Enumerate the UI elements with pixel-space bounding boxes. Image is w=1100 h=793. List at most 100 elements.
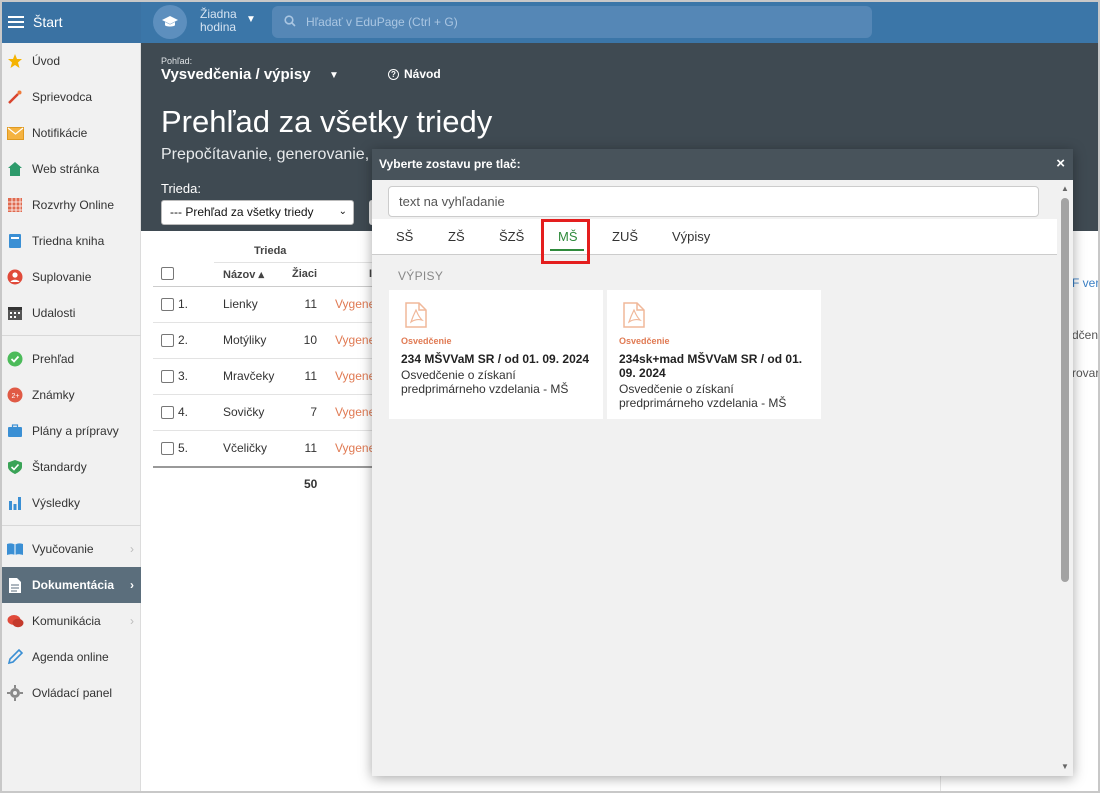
sidebar-item-vyucovanie[interactable]: Vyučovanie › bbox=[0, 531, 141, 567]
page-subtitle: Prepočítavanie, generovanie, bbox=[161, 146, 370, 163]
sidebar-item-standardy[interactable]: Štandardy bbox=[0, 449, 141, 485]
print-report-dialog: Vyberte zostavu pre tlač: × text na vyhľ… bbox=[372, 149, 1073, 776]
home-icon bbox=[6, 160, 24, 178]
sidebar-item-rozvrhy-online[interactable]: Rozvrhy Online bbox=[0, 187, 141, 223]
sidebar-item-ovladaci-panel[interactable]: Ovládací panel bbox=[0, 675, 141, 711]
column-header-name[interactable]: Názov ▴ bbox=[223, 268, 264, 281]
global-search-input[interactable]: Hľadať v EduPage (Ctrl + G) bbox=[272, 6, 872, 38]
scroll-up-arrow-icon[interactable]: ▲ bbox=[1061, 184, 1069, 193]
sidebar-item-uvod[interactable]: Úvod bbox=[0, 43, 141, 79]
gear-icon bbox=[6, 684, 24, 702]
sidebar-item-sprievodca[interactable]: Sprievodca bbox=[0, 79, 141, 115]
row-checkbox[interactable] bbox=[161, 298, 174, 311]
help-icon: ? bbox=[388, 68, 399, 80]
view-label: Pohľad: bbox=[161, 56, 193, 66]
guide-link[interactable]: ? Návod bbox=[388, 67, 441, 81]
top-bar: Štart Žiadna hodina ▼ Hľadať v EduPage (… bbox=[0, 0, 1100, 43]
tab-bar bbox=[372, 219, 1057, 255]
sidebar-divider bbox=[0, 525, 141, 526]
students-total: 50 bbox=[304, 477, 318, 491]
sidebar-item-notifikacie[interactable]: Notifikácie bbox=[0, 115, 141, 151]
book-icon bbox=[6, 232, 24, 250]
class-filter-label: Trieda: bbox=[161, 181, 201, 196]
sidebar-item-triedna-kniha[interactable]: Triedna kniha bbox=[0, 223, 141, 259]
pdf-icon bbox=[623, 302, 645, 331]
view-selector[interactable]: Vysvedčenia / výpisy bbox=[161, 66, 311, 83]
row-checkbox[interactable] bbox=[161, 370, 174, 383]
chevron-down-icon[interactable]: ▼ bbox=[246, 14, 256, 25]
current-hour[interactable]: Žiadna hodina bbox=[200, 8, 237, 34]
calendar-icon bbox=[6, 304, 24, 322]
dialog-title: Vyberte zostavu pre tlač: bbox=[379, 157, 521, 171]
tab-szs[interactable]: ŠZŠ bbox=[499, 229, 524, 244]
right-text-fragment: rovar bbox=[1072, 366, 1100, 380]
sidebar-item-prehlad[interactable]: Prehľad bbox=[0, 341, 141, 377]
report-card[interactable]: Osvedčenie 234 MŠVVaM SR / od 01. 09. 20… bbox=[389, 290, 603, 419]
chevron-right-icon: › bbox=[130, 578, 134, 592]
right-text-fragment: dčeni bbox=[1072, 328, 1100, 342]
close-icon[interactable]: × bbox=[1056, 155, 1065, 172]
chat-icon bbox=[6, 612, 24, 630]
chevron-down-icon[interactable]: ▼ bbox=[329, 70, 339, 81]
search-placeholder: Hľadať v EduPage (Ctrl + G) bbox=[306, 15, 458, 29]
dialog-header: Vyberte zostavu pre tlač: × bbox=[372, 149, 1073, 180]
sidebar-item-plany[interactable]: Plány a prípravy bbox=[0, 413, 141, 449]
tab-zus[interactable]: ZUŠ bbox=[612, 229, 638, 244]
sidebar-item-dokumentacia[interactable]: Dokumentácia › bbox=[0, 567, 141, 603]
table-group-header: Trieda bbox=[254, 245, 287, 257]
sidebar-divider bbox=[0, 335, 141, 336]
graduation-cap-icon[interactable] bbox=[153, 5, 187, 39]
group-divider bbox=[214, 262, 373, 263]
section-label: VÝPISY bbox=[398, 269, 444, 283]
tab-ss[interactable]: SŠ bbox=[396, 229, 413, 244]
table-row: 3. Mravčeky 11 Vygene bbox=[153, 359, 375, 395]
start-menu-button[interactable]: Štart bbox=[0, 0, 141, 43]
person-icon bbox=[6, 268, 24, 286]
right-link-fragment[interactable]: F ver bbox=[1072, 276, 1099, 290]
table-row: 4. Sovičky 7 Vygene bbox=[153, 395, 375, 431]
row-checkbox[interactable] bbox=[161, 334, 174, 347]
table-row: 5. Včeličky 11 Vygene bbox=[153, 431, 375, 467]
hamburger-icon bbox=[8, 15, 24, 28]
chevron-right-icon: › bbox=[130, 542, 134, 556]
star-icon bbox=[6, 52, 24, 70]
select-all-checkbox[interactable] bbox=[161, 267, 174, 280]
row-checkbox[interactable] bbox=[161, 406, 174, 419]
report-kind: Osvedčenie bbox=[401, 336, 452, 346]
report-card[interactable]: Osvedčenie 234sk+mad MŠVVaM SR / od 01. … bbox=[607, 290, 821, 419]
sidebar-item-web-stranka[interactable]: Web stránka bbox=[0, 151, 141, 187]
pdf-icon bbox=[405, 302, 427, 331]
chevron-down-icon: ⌄ bbox=[338, 206, 347, 217]
bar-chart-icon bbox=[6, 494, 24, 512]
column-header-students[interactable]: Žiaci bbox=[292, 268, 317, 280]
row-checkbox[interactable] bbox=[161, 442, 174, 455]
sidebar-item-agenda-online[interactable]: Agenda online bbox=[0, 639, 141, 675]
pen-icon bbox=[6, 648, 24, 666]
tab-vypisy[interactable]: Výpisy bbox=[672, 229, 710, 244]
briefcase-icon bbox=[6, 422, 24, 440]
timetable-icon bbox=[6, 196, 24, 214]
sidebar-item-znamky[interactable]: 2+ Známky bbox=[0, 377, 141, 413]
chevron-right-icon: › bbox=[130, 614, 134, 628]
tab-zs[interactable]: ZŠ bbox=[448, 229, 465, 244]
class-filter-select[interactable]: --- Prehľad za všetky triedy ⌄ bbox=[161, 200, 354, 225]
page-title: Prehľad za všetky triedy bbox=[161, 104, 493, 139]
report-search-input[interactable]: text na vyhľadanie bbox=[388, 186, 1039, 217]
magic-wand-icon bbox=[6, 88, 24, 106]
sidebar-item-udalosti[interactable]: Udalosti bbox=[0, 295, 141, 331]
report-description: Osvedčenie o získaní predprimárneho vzde… bbox=[619, 382, 787, 410]
scrollbar-thumb[interactable] bbox=[1061, 198, 1069, 582]
report-kind: Osvedčenie bbox=[619, 336, 670, 346]
start-label: Štart bbox=[33, 13, 63, 30]
sidebar-item-vysledky[interactable]: Výsledky bbox=[0, 485, 141, 521]
sidebar-item-suplovanie[interactable]: Suplovanie bbox=[0, 259, 141, 295]
sidebar-item-komunikacia[interactable]: Komunikácia › bbox=[0, 603, 141, 639]
report-title: 234sk+mad MŠVVaM SR / od 01. 09. 2024 bbox=[619, 352, 803, 380]
search-icon bbox=[284, 14, 296, 30]
shield-check-icon bbox=[6, 458, 24, 476]
report-description: Osvedčenie o získaní predprimárneho vzde… bbox=[401, 368, 569, 396]
dialog-scrollbar[interactable]: ▲ ▼ bbox=[1057, 180, 1073, 776]
open-book-icon bbox=[6, 540, 24, 558]
grade-icon: 2+ bbox=[6, 386, 24, 404]
scroll-down-arrow-icon[interactable]: ▼ bbox=[1061, 762, 1069, 771]
